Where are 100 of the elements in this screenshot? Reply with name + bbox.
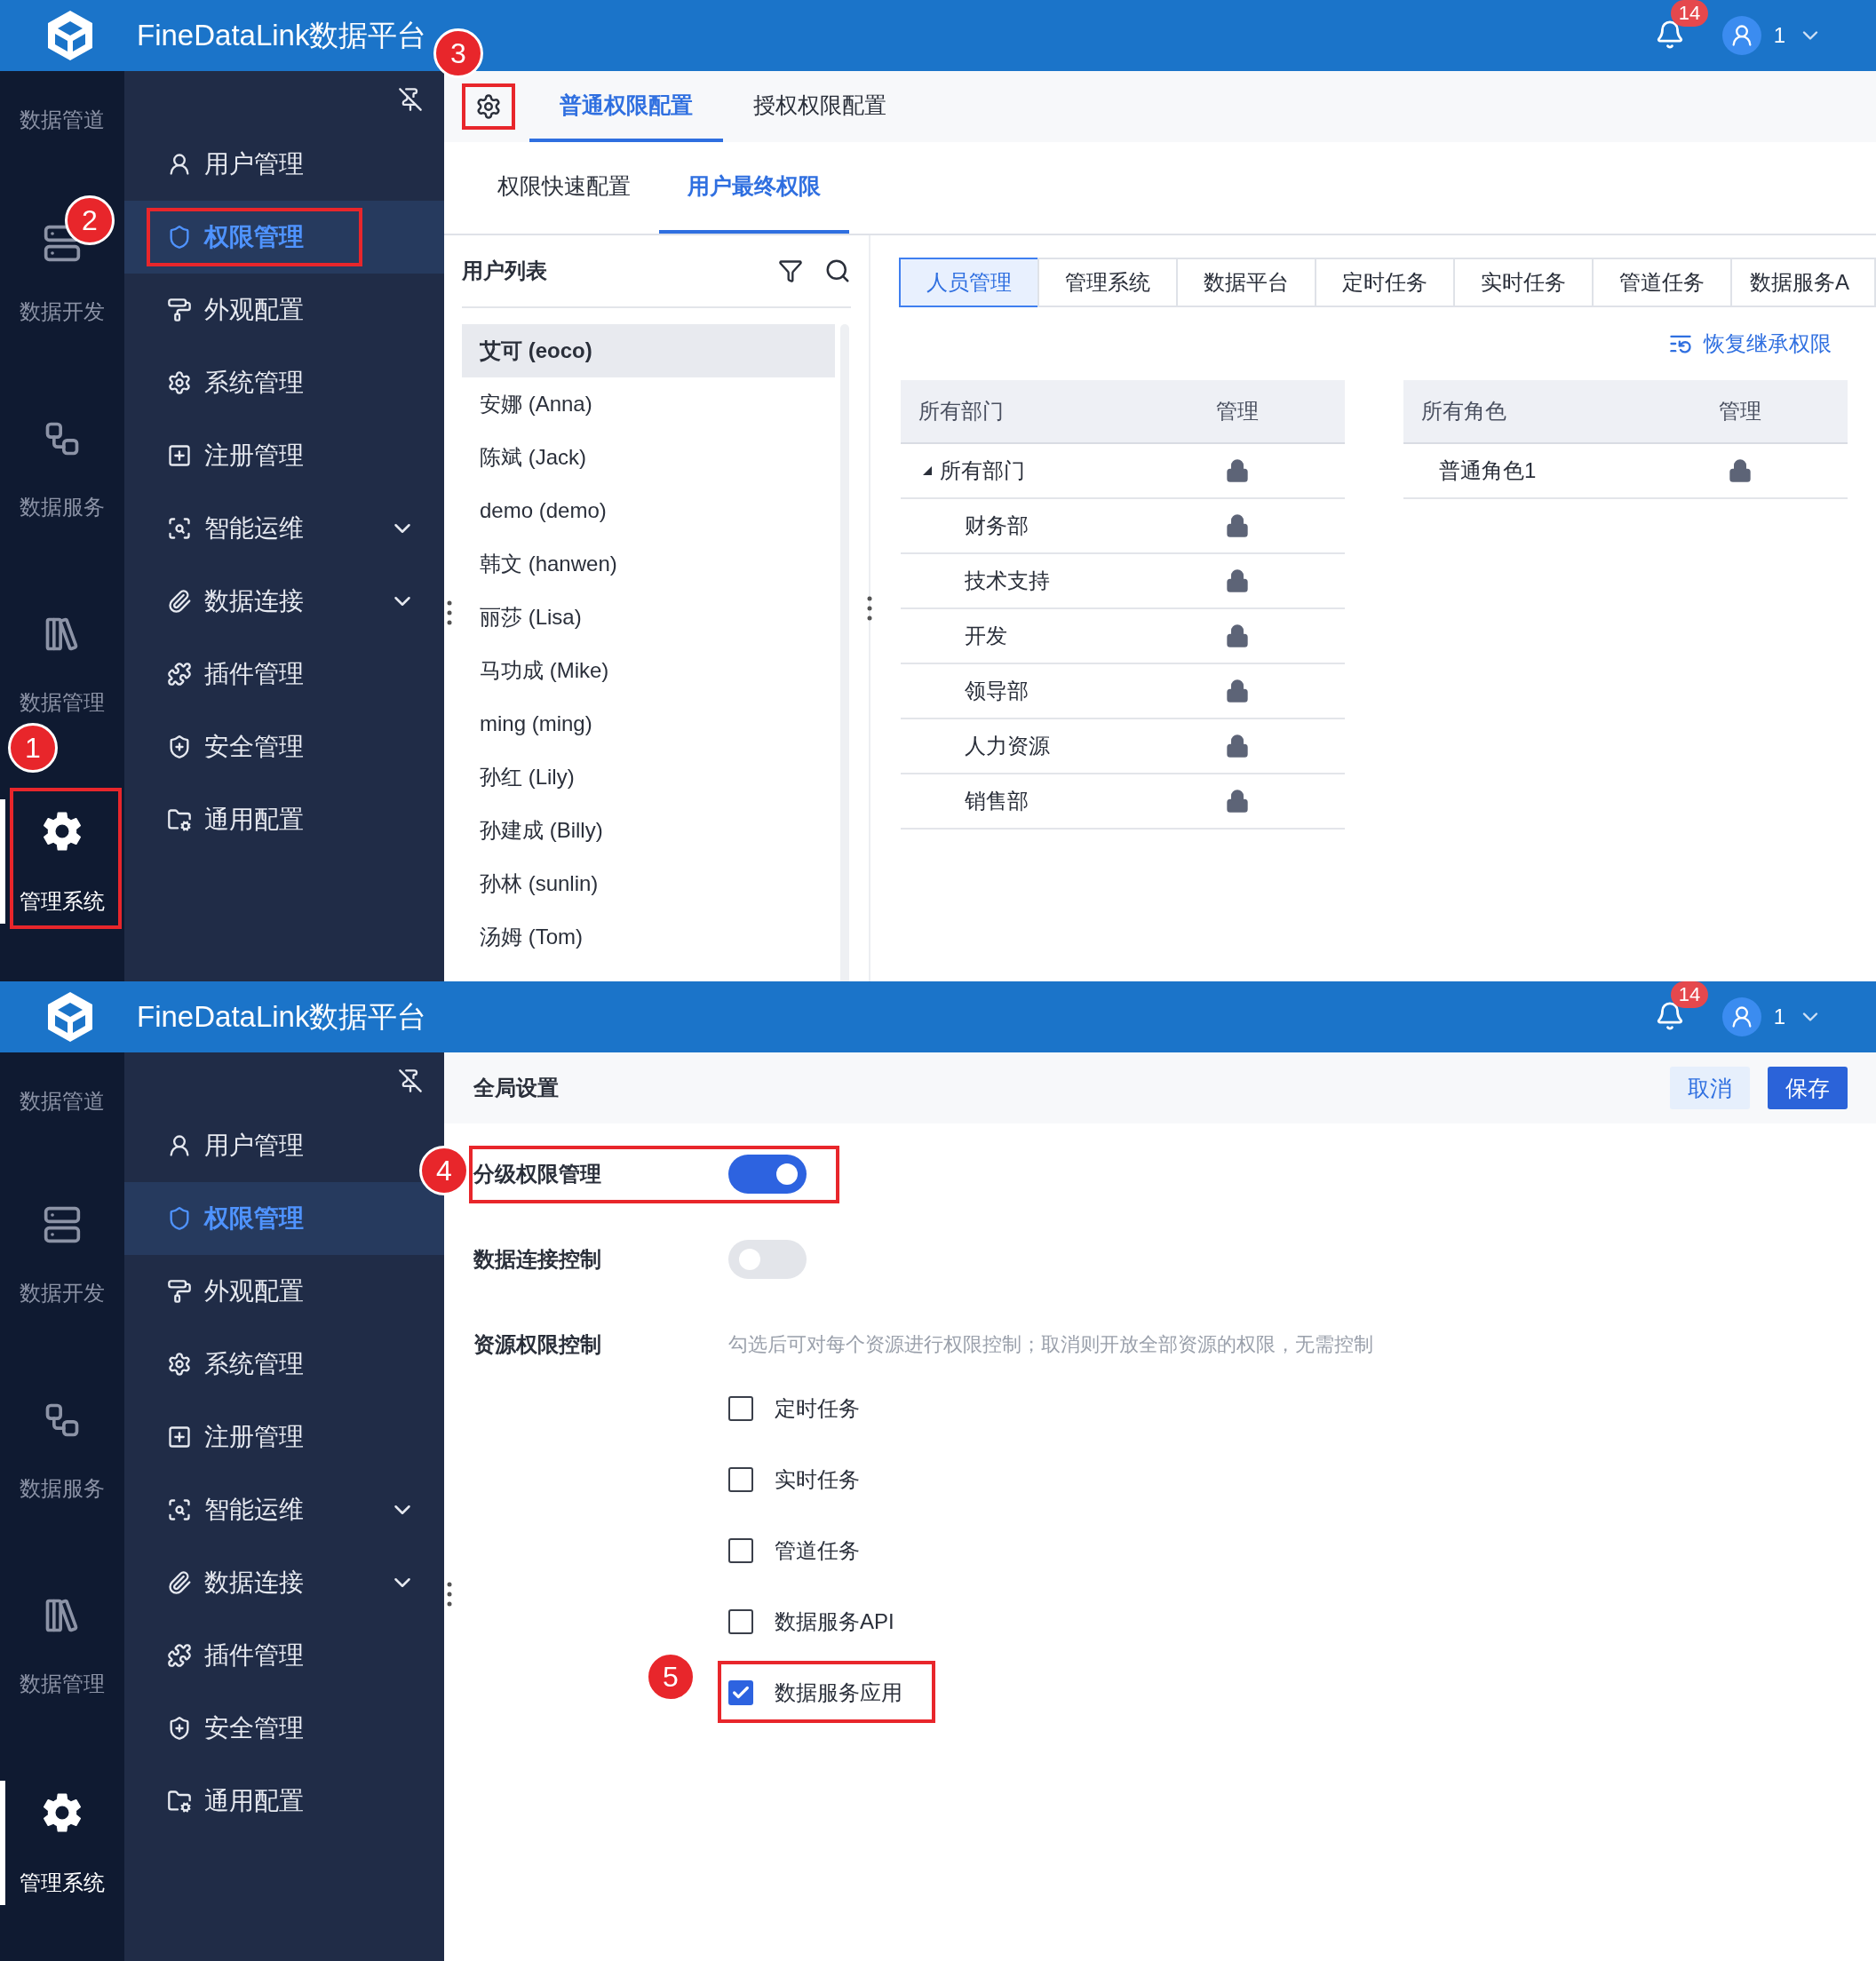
resource-tab[interactable]: 管理系统 (1037, 258, 1178, 307)
drag-handle[interactable] (866, 595, 873, 622)
notification-count: 14 (1670, 0, 1709, 27)
user-item[interactable]: 韩文 (hanwen) (462, 537, 835, 591)
filter-icon[interactable] (778, 258, 803, 283)
user-name[interactable]: 1 (1773, 23, 1785, 48)
checkbox[interactable] (728, 1538, 753, 1563)
toggle-switch[interactable] (728, 1155, 807, 1194)
nav-item[interactable]: 用户管理 (124, 1109, 416, 1182)
rail-label[interactable]: 数据开发 (20, 1278, 105, 1308)
lock-icon[interactable] (1225, 679, 1250, 703)
checkbox-label: 实时任务 (775, 1466, 860, 1493)
nav-item[interactable]: 系统管理 (124, 346, 416, 419)
setting-label: 资源权限控制 (473, 1331, 601, 1358)
resource-tab[interactable]: 数据平台 (1176, 258, 1316, 307)
nav-item[interactable]: 通用配置 (124, 783, 416, 856)
nav-item[interactable]: 注册管理 (124, 419, 416, 492)
checkbox[interactable] (728, 1609, 753, 1634)
user-item[interactable]: 丽莎 (Lisa) (462, 591, 835, 644)
user-item[interactable]: 孙建成 (Billy) (462, 804, 835, 857)
nav-item[interactable]: 安全管理 (124, 1692, 416, 1765)
tab[interactable]: 普通权限配置 (529, 71, 723, 142)
nav-item[interactable]: 用户管理 (124, 128, 416, 201)
nav-item[interactable]: 系统管理 (124, 1328, 416, 1401)
rail-label[interactable]: 数据服务 (20, 1473, 105, 1504)
lock-icon[interactable] (1225, 623, 1250, 648)
checkbox-label: 数据服务应用 (775, 1679, 902, 1706)
avatar[interactable] (1721, 997, 1761, 1036)
cancel-button[interactable]: 取消 (1670, 1067, 1750, 1109)
rail-label[interactable]: 管理系统 (20, 886, 105, 917)
nav-item[interactable]: 安全管理 (124, 711, 416, 783)
user-name[interactable]: 1 (1773, 1004, 1785, 1029)
user-item[interactable]: 孙林 (sunlin) (462, 857, 835, 910)
lock-icon[interactable] (1225, 734, 1250, 758)
lock-icon[interactable] (1225, 789, 1250, 814)
user-item[interactable]: demo (demo) (462, 484, 835, 537)
checkbox[interactable] (728, 1680, 753, 1705)
table-row[interactable]: 财务部 (901, 499, 1345, 554)
resource-tab[interactable]: 人员管理 (899, 258, 1039, 307)
scrollbar[interactable] (840, 324, 849, 981)
drag-handle[interactable] (446, 1581, 453, 1608)
rail-label[interactable]: 管理系统 (20, 1868, 105, 1898)
rail-label[interactable]: 数据管道 (20, 105, 105, 135)
rail-label[interactable]: 数据管理 (20, 1669, 105, 1699)
nav-item[interactable]: 注册管理 (124, 1401, 416, 1473)
user-item[interactable]: 安娜 (Anna) (462, 377, 835, 431)
resource-tab[interactable]: 实时任务 (1453, 258, 1594, 307)
rail-label[interactable]: 数据开发 (20, 297, 105, 327)
toggle-switch[interactable] (728, 1240, 807, 1279)
avatar[interactable] (1721, 16, 1761, 55)
lock-icon[interactable] (1225, 458, 1250, 483)
nav-item[interactable]: 智能运维 (124, 492, 416, 565)
column-header: 所有角色 (1420, 398, 1507, 425)
restore-link[interactable]: 恢复继承权限 (1704, 329, 1832, 358)
nav-icon (167, 807, 192, 832)
nav-item[interactable]: 外观配置 (124, 1255, 416, 1328)
resource-tab[interactable]: 数据服务A (1730, 258, 1876, 307)
lock-icon[interactable] (1225, 568, 1250, 593)
rail-label[interactable]: 数据管道 (20, 1086, 105, 1116)
nav-item[interactable]: 插件管理 (124, 638, 416, 711)
table-row[interactable]: 技术支持 (901, 554, 1345, 609)
subtab[interactable]: 用户最终权限 (659, 142, 849, 234)
nav-item[interactable]: 通用配置 (124, 1765, 416, 1838)
user-item[interactable]: 艾可 (eoco) (462, 324, 835, 377)
resource-tab[interactable]: 管道任务 (1592, 258, 1732, 307)
resource-tab[interactable]: 定时任务 (1315, 258, 1455, 307)
table-row[interactable]: 开发 (901, 609, 1345, 664)
user-item[interactable]: 汤姆 (Tom) (462, 910, 835, 964)
step-number: 1 (8, 723, 58, 773)
table-row[interactable]: 人力资源 (901, 719, 1345, 774)
nav-item[interactable]: 外观配置 (124, 274, 416, 346)
checkbox-label: 管道任务 (775, 1537, 860, 1564)
unpin-icon[interactable] (398, 87, 423, 112)
table-row[interactable]: 所有部门 (901, 444, 1345, 499)
user-item[interactable]: 陈斌 (Jack) (462, 431, 835, 484)
drag-handle[interactable] (446, 599, 453, 626)
unpin-icon[interactable] (398, 1068, 423, 1093)
expand-triangle-icon[interactable] (922, 465, 933, 476)
user-item[interactable]: 孙红 (Lily) (462, 750, 835, 804)
nav-item[interactable]: 智能运维 (124, 1473, 416, 1546)
save-button[interactable]: 保存 (1768, 1067, 1848, 1109)
user-item[interactable]: 马功成 (Mike) (462, 644, 835, 697)
rail-label[interactable]: 数据服务 (20, 492, 105, 522)
user-item[interactable]: ming (ming) (462, 697, 835, 750)
table-row[interactable]: 销售部 (901, 774, 1345, 830)
subtab[interactable]: 权限快速配置 (469, 142, 659, 234)
nav-item[interactable]: 插件管理 (124, 1619, 416, 1692)
rail-label[interactable]: 数据管理 (20, 687, 105, 718)
lock-icon[interactable] (1225, 513, 1250, 538)
lock-icon[interactable] (1728, 458, 1753, 483)
nav-icon (167, 1789, 192, 1814)
checkbox[interactable] (728, 1396, 753, 1421)
nav-item[interactable]: 数据连接 (124, 565, 416, 638)
table-row[interactable]: 领导部 (901, 664, 1345, 719)
search-icon[interactable] (824, 258, 851, 284)
table-row[interactable]: 普通角色1 (1403, 444, 1848, 499)
tab[interactable]: 授权权限配置 (723, 71, 917, 142)
nav-icon (167, 1643, 192, 1668)
checkbox[interactable] (728, 1467, 753, 1492)
nav-item[interactable]: 数据连接 (124, 1546, 416, 1619)
